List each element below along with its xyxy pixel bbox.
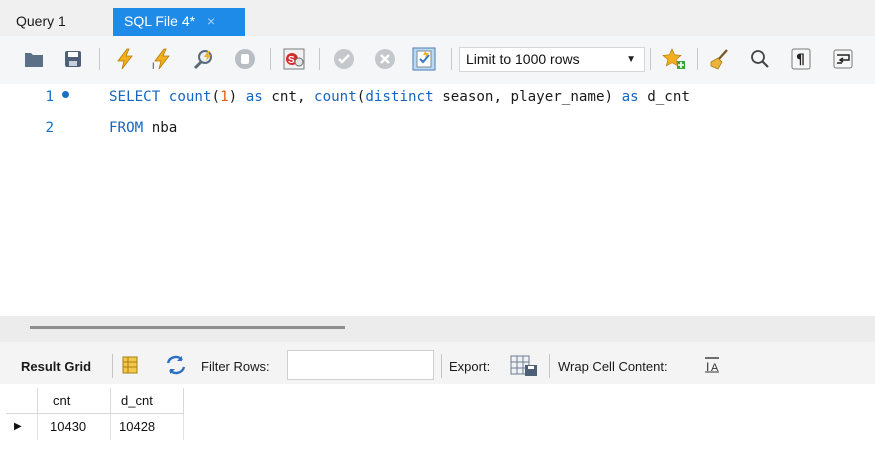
wrap-cell-toggle-icon[interactable]: IA <box>703 356 721 377</box>
tab-query-1[interactable]: Query 1 <box>6 8 86 36</box>
save-icon[interactable] <box>60 46 86 72</box>
stop-hand-icon[interactable] <box>232 46 258 72</box>
toolbar-separator <box>549 354 550 378</box>
svg-text:¶: ¶ <box>796 52 805 68</box>
limit-rows-value: Limit to 1000 rows <box>466 51 580 67</box>
code-line-1: SELECT count(1) as cnt, count(distinct s… <box>109 89 690 105</box>
sql-editor-toolbar: I S Limit to 1000 rows ▼ ¶ <box>0 36 875 85</box>
pane-splitter[interactable] <box>0 316 875 342</box>
sql-editor[interactable]: 1 SELECT count(1) as cnt, count(distinct… <box>0 84 875 316</box>
toolbar-separator <box>650 48 651 70</box>
svg-text:I: I <box>152 61 155 70</box>
result-grid-tab[interactable]: Result Grid <box>21 359 91 374</box>
find-magnifier-icon[interactable] <box>747 46 773 72</box>
result-toolbar: Result Grid Filter Rows: Export: Wrap Ce… <box>0 342 875 384</box>
limit-rows-select[interactable]: Limit to 1000 rows ▼ <box>459 47 645 72</box>
row-header-corner <box>6 388 38 414</box>
execute-lightning-icon[interactable] <box>112 46 138 72</box>
toolbar-separator <box>697 48 698 70</box>
line-number: 2 <box>45 120 54 136</box>
stop-on-error-toggle-icon[interactable]: S <box>281 46 307 72</box>
toolbar-separator <box>451 48 452 70</box>
code-line-2: FROM nba <box>109 120 178 136</box>
add-snippet-star-icon[interactable] <box>661 46 687 72</box>
word-wrap-icon[interactable] <box>830 46 856 72</box>
toolbar-separator <box>112 354 113 378</box>
table-cell[interactable]: 10428 <box>111 414 184 440</box>
toolbar-separator <box>270 48 271 70</box>
beautify-broom-icon[interactable] <box>707 46 733 72</box>
column-header[interactable]: cnt <box>38 388 111 414</box>
filter-rows-label: Filter Rows: <box>201 359 270 374</box>
open-folder-icon[interactable] <box>21 46 47 72</box>
rollback-x-icon[interactable] <box>372 46 398 72</box>
toolbar-separator <box>99 48 100 70</box>
horizontal-scrollbar[interactable] <box>30 326 345 329</box>
export-label: Export: <box>449 359 491 374</box>
form-editor-icon[interactable] <box>122 356 138 377</box>
result-grid[interactable]: cnt d_cnt ▶ 10430 10428 <box>0 384 875 465</box>
line-number: 1 <box>45 89 54 105</box>
execute-current-statement-icon[interactable]: I <box>149 46 175 72</box>
refresh-arrows-icon[interactable] <box>165 355 187 378</box>
toolbar-separator <box>441 354 442 378</box>
invisible-characters-pilcrow-icon[interactable]: ¶ <box>788 46 814 72</box>
statement-marker-icon <box>62 91 69 98</box>
tab-bar: Query 1 SQL File 4* × <box>0 0 875 36</box>
table-cell[interactable]: 10430 <box>38 414 111 440</box>
explain-magnifier-icon[interactable] <box>191 46 217 72</box>
wrap-cell-content-label: Wrap Cell Content: <box>558 359 668 374</box>
toolbar-separator <box>319 48 320 70</box>
filter-rows-input[interactable] <box>287 350 434 380</box>
autocommit-toggle-icon[interactable] <box>411 46 437 72</box>
close-tab-icon[interactable]: × <box>207 13 215 29</box>
svg-text:S: S <box>288 55 295 66</box>
column-header[interactable]: d_cnt <box>111 388 184 414</box>
tab-label: Query 1 <box>16 13 66 29</box>
tab-label: SQL File 4* <box>124 13 196 29</box>
export-grid-icon[interactable] <box>510 355 538 380</box>
commit-check-icon[interactable] <box>331 46 357 72</box>
chevron-down-icon: ▼ <box>626 54 636 65</box>
current-row-arrow-icon: ▶ <box>6 414 38 440</box>
tab-sql-file-4[interactable]: SQL File 4* × <box>113 8 245 36</box>
